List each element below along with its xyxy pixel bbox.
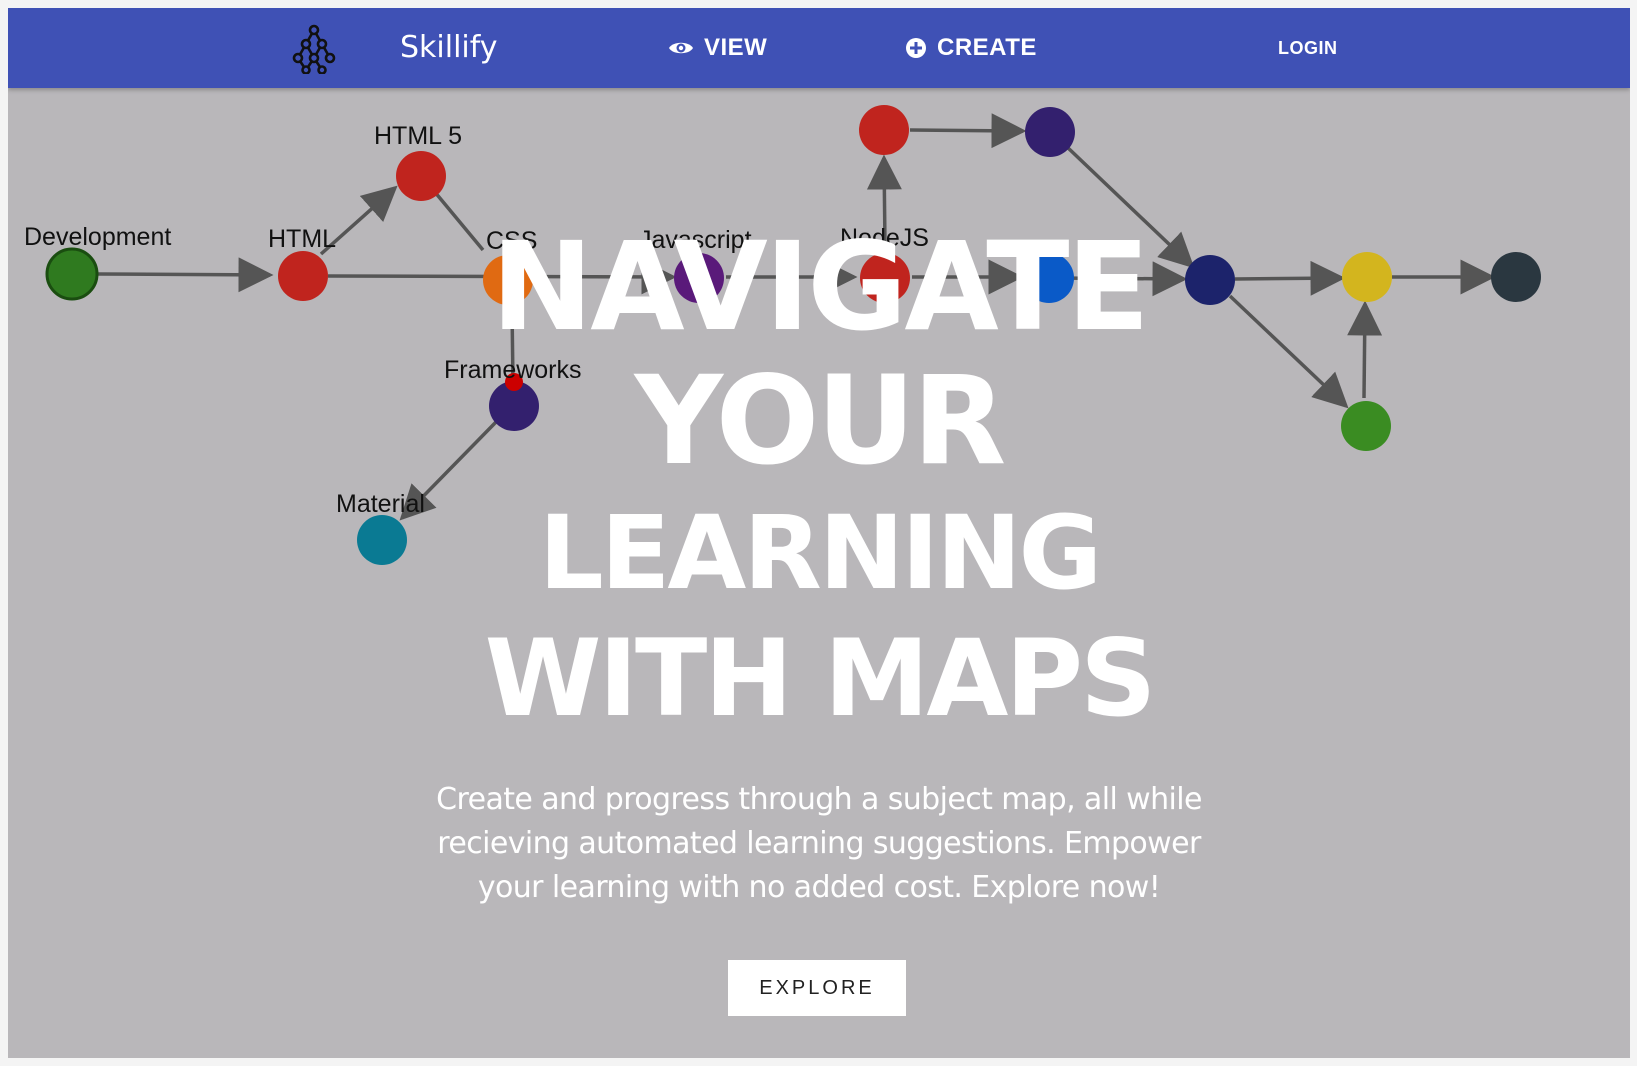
eye-icon bbox=[669, 42, 693, 54]
view-nav-button[interactable]: VIEW bbox=[668, 32, 767, 64]
hero-title-line-4: WITH MAPS bbox=[484, 617, 1157, 740]
hero-title-line-2: YOUR bbox=[634, 350, 1007, 492]
view-nav-label: VIEW bbox=[704, 34, 768, 61]
hero-title-line-3: LEARNING bbox=[538, 494, 1103, 613]
login-label: LOGIN bbox=[1278, 37, 1338, 58]
create-nav-label: CREATE bbox=[937, 34, 1037, 61]
add-circle-icon bbox=[906, 38, 926, 58]
brand-name[interactable]: Skillify bbox=[400, 30, 498, 65]
label-html5: HTML 5 bbox=[374, 122, 462, 150]
app-frame: Development HTML HTML 5 CSS Javascript N… bbox=[8, 8, 1630, 1058]
top-navbar: Skillify VIEW CREATE LOGIN bbox=[8, 8, 1630, 88]
explore-button[interactable]: EXPLORE bbox=[728, 960, 906, 1016]
login-button[interactable]: LOGIN bbox=[1278, 32, 1338, 64]
hero-title-line-1: NAVIGATE bbox=[491, 216, 1150, 358]
create-nav-button[interactable]: CREATE bbox=[905, 32, 1037, 64]
hero-subtitle: Create and progress through a subject ma… bbox=[436, 782, 1202, 905]
network-logo-icon[interactable] bbox=[288, 22, 340, 74]
